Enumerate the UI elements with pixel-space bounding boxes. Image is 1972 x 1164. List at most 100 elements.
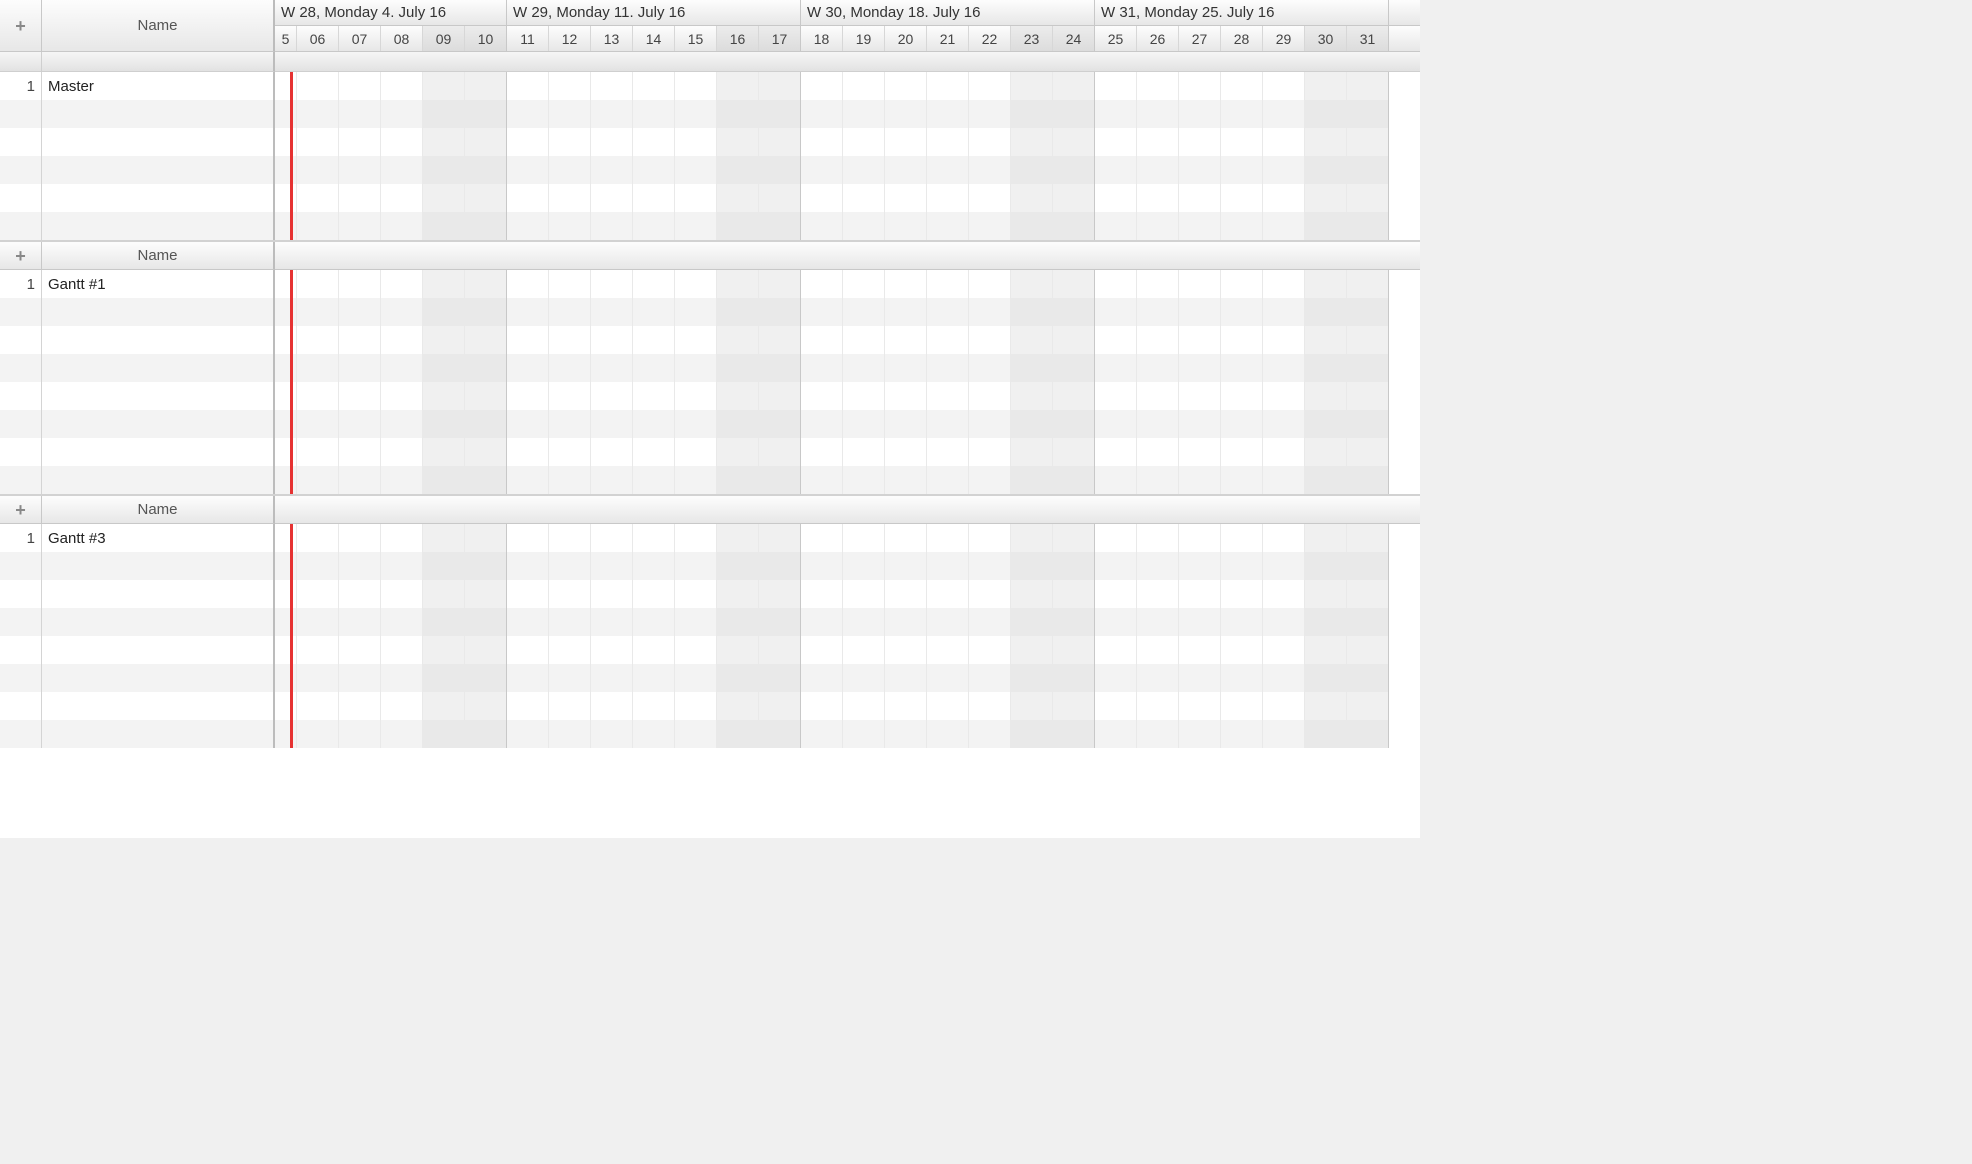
timeline-row[interactable] (275, 438, 1420, 466)
row-index[interactable] (0, 128, 42, 156)
row-name-cell[interactable] (42, 100, 273, 128)
timeline-area[interactable] (275, 524, 1420, 748)
row-name-cell[interactable] (42, 354, 273, 382)
week-header-cell[interactable]: W 29, Monday 11. July 16 (507, 0, 801, 25)
timeline-row[interactable] (275, 410, 1420, 438)
day-header-cell[interactable]: 07 (339, 26, 381, 51)
row-name-cell[interactable] (42, 664, 273, 692)
timeline-row[interactable] (275, 664, 1420, 692)
row-name-cell[interactable]: Gantt #3 (42, 524, 273, 552)
timeline-area[interactable] (275, 72, 1420, 240)
row-index[interactable] (0, 438, 42, 466)
row-name-cell[interactable] (42, 552, 273, 580)
day-header-cell[interactable]: 19 (843, 26, 885, 51)
timeline-row[interactable] (275, 156, 1420, 184)
row-name-cell[interactable] (42, 410, 273, 438)
row-index[interactable] (0, 608, 42, 636)
row-name-cell[interactable] (42, 608, 273, 636)
row-name-cell[interactable]: Master (42, 72, 273, 100)
day-header-cell[interactable]: 21 (927, 26, 969, 51)
day-header-cell[interactable]: 30 (1305, 26, 1347, 51)
timeline-row[interactable] (275, 466, 1420, 494)
name-column-header[interactable]: Name (42, 242, 273, 269)
row-index[interactable]: 1 (0, 524, 42, 552)
day-header-cell[interactable]: 17 (759, 26, 801, 51)
day-header-cell[interactable]: 28 (1221, 26, 1263, 51)
day-header-cell[interactable]: 25 (1095, 26, 1137, 51)
row-name-cell[interactable] (42, 636, 273, 664)
day-header-cell[interactable]: 10 (465, 26, 507, 51)
timeline-row[interactable] (275, 524, 1420, 552)
row-index[interactable] (0, 100, 42, 128)
row-name-cell[interactable] (42, 326, 273, 354)
timeline-row[interactable] (275, 692, 1420, 720)
timeline-row[interactable] (275, 636, 1420, 664)
timeline-row[interactable] (275, 580, 1420, 608)
timeline-row[interactable] (275, 128, 1420, 156)
day-header-cell[interactable]: 24 (1053, 26, 1095, 51)
row-index[interactable] (0, 410, 42, 438)
row-name-cell[interactable] (42, 438, 273, 466)
day-header-cell[interactable]: 27 (1179, 26, 1221, 51)
row-index[interactable] (0, 692, 42, 720)
timeline-row[interactable] (275, 212, 1420, 240)
row-index[interactable] (0, 580, 42, 608)
timeline-row[interactable] (275, 720, 1420, 748)
day-header-cell[interactable]: 13 (591, 26, 633, 51)
timeline-header-collapsed[interactable] (275, 242, 1420, 270)
day-header-cell[interactable]: 15 (675, 26, 717, 51)
row-index[interactable] (0, 298, 42, 326)
week-header-cell[interactable]: W 30, Monday 18. July 16 (801, 0, 1095, 25)
day-header-cell[interactable]: 11 (507, 26, 549, 51)
row-index[interactable] (0, 326, 42, 354)
week-header-cell[interactable]: W 28, Monday 4. July 16 (275, 0, 507, 25)
day-header-cell[interactable]: 09 (423, 26, 465, 51)
timeline-row[interactable] (275, 100, 1420, 128)
row-index[interactable] (0, 184, 42, 212)
row-index[interactable] (0, 636, 42, 664)
name-column-header[interactable]: Name (42, 496, 273, 523)
timeline-row[interactable] (275, 270, 1420, 298)
row-name-cell[interactable]: Gantt #1 (42, 270, 273, 298)
week-header-cell[interactable]: W 31, Monday 25. July 16 (1095, 0, 1389, 25)
day-header-cell[interactable]: 29 (1263, 26, 1305, 51)
row-name-cell[interactable] (42, 184, 273, 212)
row-index[interactable] (0, 382, 42, 410)
timeline-row[interactable] (275, 552, 1420, 580)
row-index[interactable] (0, 720, 42, 748)
row-name-cell[interactable] (42, 382, 273, 410)
timeline-row[interactable] (275, 72, 1420, 100)
timeline-row[interactable] (275, 354, 1420, 382)
row-index[interactable]: 1 (0, 270, 42, 298)
day-header-cell[interactable]: 08 (381, 26, 423, 51)
timeline-header-collapsed[interactable] (275, 496, 1420, 524)
timeline-area[interactable] (275, 270, 1420, 494)
day-header-cell[interactable]: 20 (885, 26, 927, 51)
row-name-cell[interactable] (42, 156, 273, 184)
timeline-row[interactable] (275, 382, 1420, 410)
row-name-cell[interactable] (42, 298, 273, 326)
add-button[interactable]: + (15, 17, 26, 35)
day-header-cell[interactable]: 26 (1137, 26, 1179, 51)
row-name-cell[interactable] (42, 212, 273, 240)
row-index[interactable] (0, 466, 42, 494)
row-name-cell[interactable] (42, 580, 273, 608)
row-index[interactable] (0, 212, 42, 240)
row-name-cell[interactable] (42, 128, 273, 156)
row-name-cell[interactable] (42, 720, 273, 748)
add-button[interactable]: + (15, 501, 26, 519)
day-header-cell[interactable]: 23 (1011, 26, 1053, 51)
timeline-row[interactable] (275, 326, 1420, 354)
timeline-row[interactable] (275, 608, 1420, 636)
row-index[interactable] (0, 156, 42, 184)
day-header-cell[interactable]: 12 (549, 26, 591, 51)
day-header-cell[interactable]: 16 (717, 26, 759, 51)
day-header-cell[interactable]: 31 (1347, 26, 1389, 51)
row-index[interactable] (0, 354, 42, 382)
day-header-cell[interactable]: 5 (275, 26, 297, 51)
day-header-cell[interactable]: 14 (633, 26, 675, 51)
day-header-cell[interactable]: 22 (969, 26, 1011, 51)
row-index[interactable]: 1 (0, 72, 42, 100)
row-name-cell[interactable] (42, 466, 273, 494)
timeline-row[interactable] (275, 184, 1420, 212)
